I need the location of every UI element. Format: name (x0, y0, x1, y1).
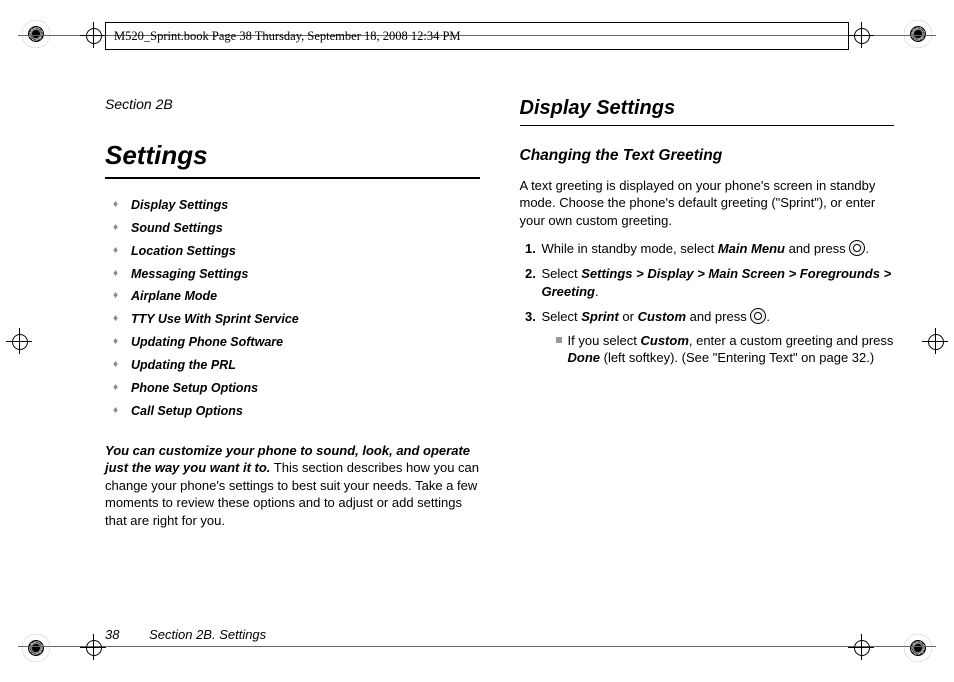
toc-item: Sound Settings (105, 220, 480, 237)
registration-mark-top-icon (80, 22, 106, 48)
steps-list: While in standby mode, select Main Menu … (520, 240, 895, 367)
sub-a: If you select (568, 333, 641, 348)
nav-key-icon (849, 240, 865, 256)
greeting-intro-paragraph: A text greeting is displayed on your pho… (520, 177, 895, 230)
toc-item: Updating the PRL (105, 357, 480, 374)
toc-item: Phone Setup Options (105, 380, 480, 397)
crop-line-bottom (18, 646, 936, 647)
page-title: Settings (105, 138, 480, 179)
step-3-text-a: Select (542, 309, 582, 324)
registration-mark-right-bottom-icon (848, 634, 874, 660)
heading-changing-text-greeting: Changing the Text Greeting (520, 146, 895, 167)
registration-mark-bottom-icon (80, 634, 106, 660)
step-2: Select Settings > Display > Main Screen … (540, 265, 895, 300)
step-1: While in standby mode, select Main Menu … (540, 240, 895, 258)
step-3-sprint: Sprint (581, 309, 619, 324)
running-head-text: M520_Sprint.book Page 38 Thursday, Septe… (114, 29, 461, 44)
step-3-custom: Custom (638, 309, 686, 324)
sub-c: , enter a custom greeting and press (689, 333, 894, 348)
printer-radial-bottom-left-icon (22, 634, 50, 662)
toc-item: Airplane Mode (105, 288, 480, 305)
toc-item: Updating Phone Software (105, 334, 480, 351)
nav-key-icon (750, 308, 766, 324)
sub-done: Done (568, 350, 601, 365)
page-body: Section 2B Settings Display Settings Sou… (105, 95, 894, 622)
registration-mark-right-mid-icon (922, 328, 948, 354)
sub-custom: Custom (640, 333, 688, 348)
footer-section-ref: Section 2B. Settings (149, 627, 266, 642)
toc-item: Call Setup Options (105, 403, 480, 420)
step-1-text-a: While in standby mode, select (542, 241, 718, 256)
running-head-box: M520_Sprint.book Page 38 Thursday, Septe… (105, 22, 849, 50)
step-1-text-c: and press (785, 241, 849, 256)
intro-paragraph: You can customize your phone to sound, l… (105, 442, 480, 530)
toc-item: Location Settings (105, 243, 480, 260)
step-3-text-c: or (619, 309, 638, 324)
step-2-text-a: Select (542, 266, 582, 281)
left-column: Section 2B Settings Display Settings Sou… (105, 95, 480, 622)
toc-item: Display Settings (105, 197, 480, 214)
step-1-main-menu: Main Menu (718, 241, 785, 256)
step-3-text-e: and press (686, 309, 750, 324)
step-3-subitem: If you select Custom, enter a custom gre… (556, 332, 895, 367)
registration-mark-right-top-icon (848, 22, 874, 48)
heading-display-settings: Display Settings (520, 95, 895, 126)
printer-radial-top-left-icon (22, 20, 50, 48)
page-footer: 38 Section 2B. Settings (105, 627, 266, 642)
sub-e: (left softkey). (See "Entering Text" on … (600, 350, 874, 365)
toc-item: TTY Use With Sprint Service (105, 311, 480, 328)
toc-item: Messaging Settings (105, 266, 480, 283)
step-2-path: Settings > Display > Main Screen > Foreg… (542, 266, 892, 299)
section-label: Section 2B (105, 95, 480, 114)
page-number: 38 (105, 627, 119, 642)
step-3-sublist: If you select Custom, enter a custom gre… (542, 332, 895, 367)
printer-radial-bottom-right-icon (904, 634, 932, 662)
toc-list: Display Settings Sound Settings Location… (105, 197, 480, 420)
registration-mark-left-mid-icon (6, 328, 32, 354)
printer-radial-top-right-icon (904, 20, 932, 48)
right-column: Display Settings Changing the Text Greet… (520, 95, 895, 622)
step-3: Select Sprint or Custom and press . If y… (540, 308, 895, 367)
